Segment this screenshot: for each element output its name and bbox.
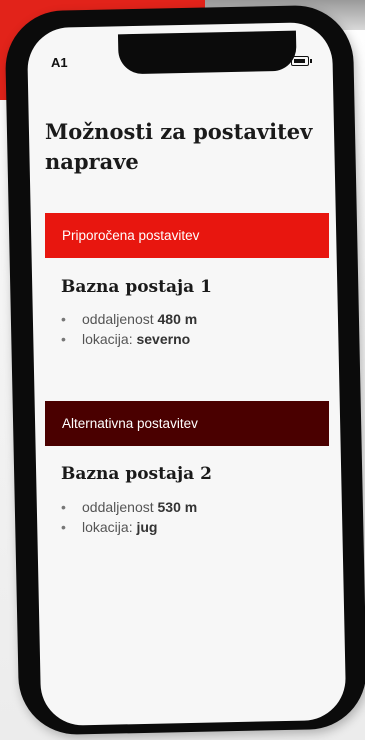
station-1-location: • lokacija: severno xyxy=(61,329,197,349)
station-2-title: Bazna postaja 2 xyxy=(61,464,212,484)
distance-label: oddaljenost xyxy=(82,311,154,327)
alternative-option-label: Alternativna postavitev xyxy=(62,416,198,431)
bullet: • xyxy=(61,519,66,535)
bullet: • xyxy=(61,311,66,327)
location-label: lokacija: xyxy=(82,331,133,347)
station-2-details: • oddaljenost 530 m • lokacija: jug xyxy=(61,497,197,537)
recommended-option-header[interactable]: Priporočena postavitev xyxy=(45,213,329,258)
bullet: • xyxy=(61,331,66,347)
station-1-details: • oddaljenost 480 m • lokacija: severno xyxy=(61,309,197,349)
station-1-distance: • oddaljenost 480 m xyxy=(61,309,197,329)
recommended-option-label: Priporočena postavitev xyxy=(62,228,200,243)
distance-value: 530 m xyxy=(157,499,198,515)
station-2-distance: • oddaljenost 530 m xyxy=(61,497,197,517)
station-1-title: Bazna postaja 1 xyxy=(61,277,212,297)
station-2-location: • lokacija: jug xyxy=(61,517,197,537)
location-value: severno xyxy=(136,331,191,347)
alternative-option-header[interactable]: Alternativna postavitev xyxy=(45,401,329,446)
phone-notch xyxy=(117,30,297,75)
page-title: Možnosti za postavitev naprave xyxy=(45,119,313,174)
location-value: jug xyxy=(136,519,158,535)
bullet: • xyxy=(61,499,66,515)
phone-frame xyxy=(4,4,365,736)
status-carrier: A1 xyxy=(51,55,68,70)
battery-icon xyxy=(291,56,312,66)
distance-label: oddaljenost xyxy=(82,499,154,515)
location-label: lokacija: xyxy=(82,519,133,535)
distance-value: 480 m xyxy=(157,311,198,327)
